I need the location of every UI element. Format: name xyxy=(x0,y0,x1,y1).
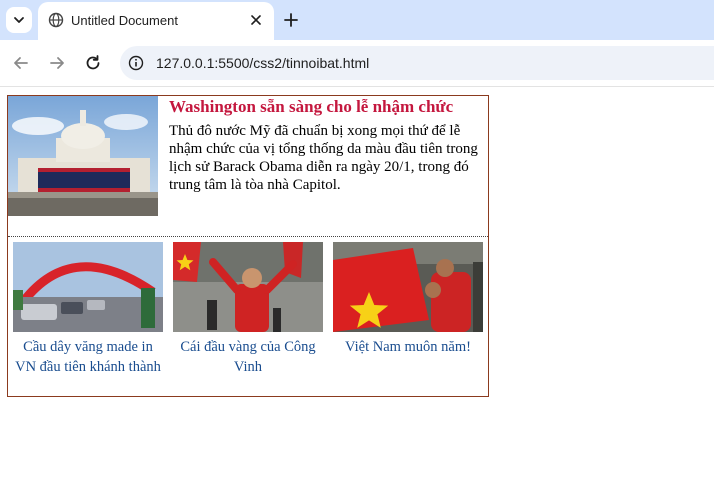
fans-flag-image[interactable] xyxy=(333,242,483,332)
bridge-image[interactable] xyxy=(13,242,163,332)
address-bar[interactable]: 127.0.0.1:5500/css2/tinnoibat.html xyxy=(120,46,714,80)
footballer-image[interactable] xyxy=(173,242,323,332)
close-icon[interactable] xyxy=(248,12,264,28)
featured-news-box: Washington sẵn sàng cho lễ nhậm chức Thủ… xyxy=(7,95,489,397)
divider xyxy=(8,236,488,237)
news-item-bridge[interactable]: Cầu dây văng made in VN đầu tiên khánh t… xyxy=(13,242,163,377)
news-item-caption[interactable]: Cầu dây văng made in VN đầu tiên khánh t… xyxy=(13,338,163,377)
tab-search-button[interactable] xyxy=(6,7,32,33)
news-item-vietnam[interactable]: Việt Nam muôn năm! xyxy=(333,242,483,358)
url-text: 127.0.0.1:5500/css2/tinnoibat.html xyxy=(156,55,370,71)
capitol-image[interactable] xyxy=(8,96,158,216)
browser-tab[interactable]: Untitled Document xyxy=(38,2,274,40)
news-item-caption[interactable]: Việt Nam muôn năm! xyxy=(333,338,483,358)
browser-toolbar: 127.0.0.1:5500/css2/tinnoibat.html xyxy=(0,40,714,87)
news-item-cong-vinh[interactable]: Cái đầu vàng của Công Vinh xyxy=(173,242,323,377)
info-icon[interactable] xyxy=(128,55,144,71)
new-tab-icon[interactable] xyxy=(282,11,300,29)
news-item-caption[interactable]: Cái đầu vàng của Công Vinh xyxy=(173,338,323,377)
reload-icon[interactable] xyxy=(83,53,103,73)
globe-icon xyxy=(48,12,64,28)
headline[interactable]: Washington sẵn sàng cho lễ nhậm chức xyxy=(169,97,453,117)
article-summary: Thủ đô nước Mỹ đã chuẩn bị xong mọi thứ … xyxy=(169,123,478,193)
forward-arrow-icon[interactable] xyxy=(47,53,67,73)
tab-strip: Untitled Document xyxy=(0,0,714,40)
back-arrow-icon[interactable] xyxy=(11,53,31,73)
chevron-down-icon xyxy=(14,17,24,23)
tab-title: Untitled Document xyxy=(71,13,178,28)
